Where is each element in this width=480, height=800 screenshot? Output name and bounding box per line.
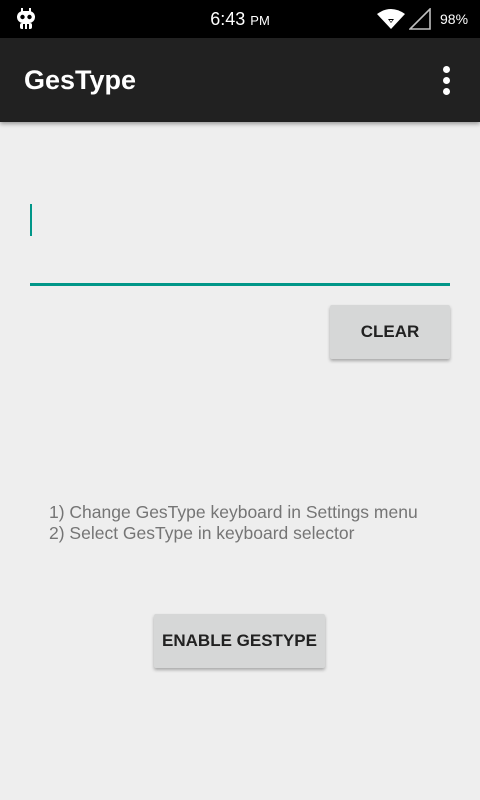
app-title: GesType: [24, 65, 137, 95]
menu-dot: [443, 77, 450, 84]
battery-percent: 98%: [440, 11, 469, 27]
app-bar: GesType: [0, 38, 480, 122]
menu-dot: [443, 66, 450, 73]
status-time: 6:43: [210, 9, 246, 29]
more-vert-icon[interactable]: [430, 60, 464, 100]
instruction-line-1: 1) Change GesType keyboard in Settings m…: [49, 502, 418, 522]
cell-signal-icon: [409, 8, 431, 30]
clear-button[interactable]: CLEAR: [330, 305, 450, 359]
text-field-underline: [30, 283, 450, 286]
status-ampm: PM: [250, 13, 270, 28]
status-clock: 6:43 PM: [0, 9, 480, 31]
instruction-line-2: 2) Select GesType in keyboard selector: [49, 523, 355, 543]
instructions: 1) Change GesType keyboard in Settings m…: [49, 502, 469, 544]
menu-dot: [443, 88, 450, 95]
status-bar: 6:43 PM 98%: [0, 0, 480, 38]
gesture-text-field[interactable]: [30, 190, 450, 286]
enable-gestype-button[interactable]: ENABLE GESTYPE: [154, 614, 325, 668]
text-caret: [30, 204, 32, 236]
wifi-icon: [377, 9, 405, 29]
